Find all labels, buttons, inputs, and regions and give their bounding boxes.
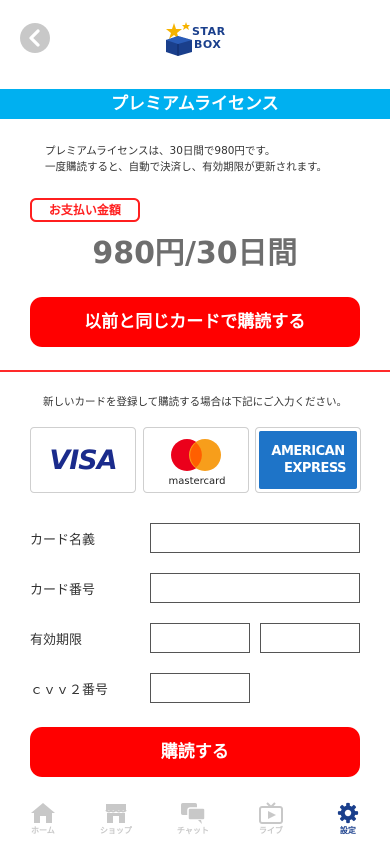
amex-line-1: AMERICAN [271, 444, 345, 459]
new-card-note: 新しいカードを登録して購読する場合は下記にご入力ください。 [43, 396, 347, 408]
back-button[interactable] [20, 23, 50, 53]
amex-logo: AMERICAN EXPRESS [259, 431, 357, 489]
tab-live-label: ライブ [259, 826, 283, 835]
subscribe-button[interactable]: 購読する [30, 727, 360, 777]
live-icon [259, 802, 283, 824]
tab-chat[interactable]: チャット [163, 802, 223, 842]
same-card-subscribe-button[interactable]: 以前と同じカードで購読する [30, 297, 360, 347]
mastercard-card-option[interactable]: mastercard [143, 427, 249, 493]
section-divider [0, 370, 390, 372]
tab-shop-label: ショップ [100, 826, 132, 835]
expiry-month-field[interactable] [150, 623, 250, 653]
home-icon [31, 803, 55, 823]
tab-home[interactable]: ホーム [13, 802, 73, 842]
description-line-1: プレミアムライセンスは、30日間で980円です。 [45, 145, 276, 157]
bottom-tab-bar: ホーム ショップ チャット ライブ 設定 [0, 794, 390, 844]
page-title: プレミアムライセンス [0, 89, 390, 119]
cvv-label: ｃｖｖ２番号 [30, 683, 109, 698]
logo-text-bottom: BOX [194, 38, 222, 51]
amex-line-2: EXPRESS [284, 461, 346, 476]
license-description: プレミアムライセンスは、30日間で980円です。 一度購読すると、自動で決済し、… [45, 143, 365, 175]
description-line-2: 一度購読すると、自動で決済し、有効期限が更新されます。 [45, 161, 328, 173]
card-name-label: カード名義 [30, 533, 96, 548]
amex-card-option[interactable]: AMERICAN EXPRESS [255, 427, 361, 493]
payment-amount: 980円/30日間 [92, 236, 298, 271]
app-header: STAR BOX [0, 0, 390, 78]
logo-text-top: STAR [192, 25, 226, 38]
chevron-left-icon [29, 29, 40, 47]
cvv-field[interactable] [150, 673, 250, 703]
card-name-field[interactable] [150, 523, 360, 553]
payment-amount-badge: お支払い金額 [30, 198, 140, 222]
tab-live[interactable]: ライブ [241, 802, 301, 842]
expiry-label: 有効期限 [30, 633, 83, 648]
tab-home-label: ホーム [31, 826, 55, 835]
chat-icon [181, 803, 206, 824]
visa-card-option[interactable]: VISA [30, 427, 136, 493]
mastercard-wordmark: mastercard [168, 476, 226, 487]
tab-chat-label: チャット [177, 826, 209, 835]
tab-settings-label: 設定 [340, 826, 356, 835]
expiry-year-field[interactable] [260, 623, 360, 653]
gear-icon [337, 802, 359, 824]
visa-logo: VISA [49, 444, 117, 476]
tab-settings[interactable]: 設定 [318, 802, 378, 842]
card-number-field[interactable] [150, 573, 360, 603]
tab-shop[interactable]: ショップ [86, 802, 146, 842]
starbox-logo: STAR BOX [164, 20, 228, 56]
card-number-label: カード番号 [30, 583, 96, 598]
shop-icon [105, 804, 127, 823]
